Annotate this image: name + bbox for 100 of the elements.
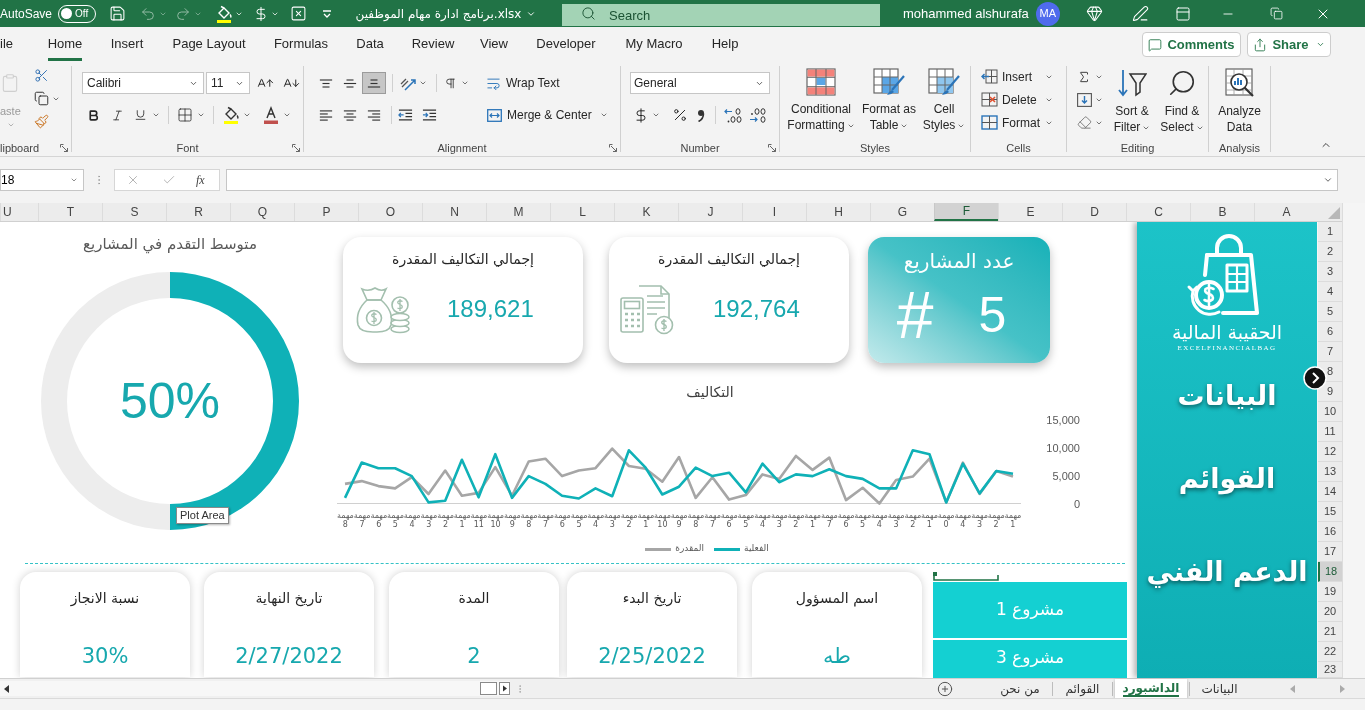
grid-left-arrow-icon[interactable]: [981, 69, 998, 84]
bold-icon[interactable]: [87, 108, 100, 122]
eraser-icon[interactable]: [1077, 115, 1092, 130]
align-bottom-icon[interactable]: [367, 78, 381, 88]
column-header[interactable]: H: [806, 203, 870, 221]
column-header[interactable]: S: [102, 203, 166, 221]
paint-bucket-icon[interactable]: [223, 106, 239, 124]
row-header[interactable]: 21: [1318, 622, 1342, 642]
x-box-icon[interactable]: [290, 5, 308, 22]
row-header[interactable]: 17: [1318, 542, 1342, 562]
column-header[interactable]: J: [678, 203, 742, 221]
row-header[interactable]: 12: [1318, 442, 1342, 462]
table-brush-icon[interactable]: [873, 68, 905, 96]
scissors-icon[interactable]: [34, 68, 49, 83]
letter-a-color-bar-icon[interactable]: [263, 106, 279, 124]
arrow-funnel-icon[interactable]: [1117, 68, 1147, 98]
ribbon-tab[interactable]: Data: [343, 27, 397, 62]
caret-icon[interactable]: [419, 79, 427, 87]
ribbon-tab[interactable]: ile: [0, 27, 35, 62]
corner-arrow-icon[interactable]: [60, 144, 68, 152]
paintbrush-icon[interactable]: [34, 114, 49, 129]
caret-icon[interactable]: [599, 111, 608, 119]
corner-arrow-icon[interactable]: [768, 144, 776, 152]
caret-icon[interactable]: [243, 111, 251, 119]
ribbon-tab[interactable]: Formulas: [259, 27, 343, 62]
column-header[interactable]: G: [870, 203, 934, 221]
column-header[interactable]: P: [294, 203, 358, 221]
sheet-tab[interactable]: من نحن: [990, 678, 1050, 699]
cells-button[interactable]: Delete: [981, 88, 1061, 111]
grid-icon[interactable]: [177, 107, 193, 123]
formula-input[interactable]: [226, 169, 1338, 191]
name-box[interactable]: 18: [0, 169, 84, 191]
column-header[interactable]: C: [1126, 203, 1190, 221]
column-header[interactable]: O: [358, 203, 422, 221]
right-arrow-box-icon[interactable]: [499, 682, 510, 695]
restore-icon[interactable]: [1269, 7, 1283, 20]
wrap-text-button[interactable]: Wrap Text: [486, 74, 560, 92]
column-header[interactable]: Q: [230, 203, 294, 221]
insert-function-button[interactable]: fx: [196, 171, 205, 189]
align-center-icon[interactable]: [343, 109, 357, 121]
ribbon-tab[interactable]: Review: [397, 27, 469, 62]
double-arrow-box-icon[interactable]: [487, 108, 502, 122]
caret-icon[interactable]: [197, 111, 205, 119]
comma-icon[interactable]: [697, 108, 705, 122]
column-header[interactable]: N: [422, 203, 486, 221]
column-header[interactable]: I: [742, 203, 806, 221]
align-right-icon[interactable]: [367, 109, 381, 121]
caret-icon[interactable]: [283, 111, 291, 119]
row-header[interactable]: 19: [1318, 582, 1342, 602]
row-header[interactable]: 23: [1318, 662, 1342, 678]
editing-button[interactable]: Find & Select: [1157, 62, 1207, 140]
paint-bucket-icon[interactable]: [216, 4, 233, 23]
row-header[interactable]: 22: [1318, 642, 1342, 662]
lines-right-arrow-icon[interactable]: [422, 109, 437, 121]
row-header[interactable]: 15: [1318, 502, 1342, 522]
caret-icon[interactable]: [152, 111, 160, 119]
row-header[interactable]: 20: [1318, 602, 1342, 622]
styles-button[interactable]: Cell Styles: [919, 62, 969, 140]
corner-arrow-icon[interactable]: [609, 144, 617, 152]
merge-center-button[interactable]: Merge & Center: [487, 106, 592, 124]
percent-icon[interactable]: [672, 107, 688, 123]
speech-bubble-icon[interactable]: [1148, 37, 1163, 52]
row-header[interactable]: 1: [1318, 222, 1342, 242]
row-header[interactable]: 4: [1318, 282, 1342, 302]
table-brush-icon[interactable]: [928, 68, 960, 96]
diamond-icon[interactable]: [1085, 5, 1103, 22]
row-header[interactable]: 5: [1318, 302, 1342, 322]
column-header[interactable]: K: [614, 203, 678, 221]
column-header[interactable]: F: [934, 203, 998, 221]
search-icon[interactable]: [581, 5, 596, 21]
outlined-grid-icon[interactable]: [981, 115, 998, 130]
sigma-icon[interactable]: [1077, 69, 1091, 84]
ribbon-tab[interactable]: Help: [695, 27, 755, 62]
editing-button[interactable]: Sort & Filter: [1107, 62, 1157, 140]
styles-button[interactable]: Conditional Formatting: [783, 62, 859, 140]
ribbon-tab[interactable]: Page Layout: [159, 27, 259, 62]
down-arrow-box-icon[interactable]: [1077, 92, 1092, 107]
align-middle-icon[interactable]: [343, 78, 357, 88]
ribbon-tab[interactable]: Developer: [519, 27, 613, 62]
sheet-tab[interactable]: البيانات: [1192, 678, 1247, 699]
row-header[interactable]: 10: [1318, 402, 1342, 422]
italic-icon[interactable]: [111, 108, 124, 122]
horizontal-scrollbar[interactable]: [0, 681, 510, 696]
number-format-field[interactable]: General: [630, 72, 770, 94]
ribbon-tab[interactable]: My Macro: [613, 27, 695, 62]
window-panel-icon[interactable]: [1174, 5, 1191, 22]
analyze-data-button[interactable]: Analyze Data: [1210, 62, 1269, 140]
row-header[interactable]: 18: [1318, 562, 1342, 582]
scrollbar-thumb[interactable]: [480, 682, 497, 695]
check-icon[interactable]: [162, 173, 176, 187]
save-icon[interactable]: [109, 5, 127, 22]
caret-icon[interactable]: [461, 79, 469, 87]
search-field[interactable]: Search: [562, 4, 880, 26]
row-header[interactable]: 7: [1318, 342, 1342, 362]
lines-left-arrow-icon[interactable]: [398, 109, 413, 121]
corner-arrow-icon[interactable]: [292, 144, 300, 152]
row-header[interactable]: 3: [1318, 262, 1342, 282]
column-header[interactable]: U: [0, 203, 38, 221]
font-size-field[interactable]: 11: [206, 72, 250, 94]
dollar-icon[interactable]: [633, 106, 649, 124]
